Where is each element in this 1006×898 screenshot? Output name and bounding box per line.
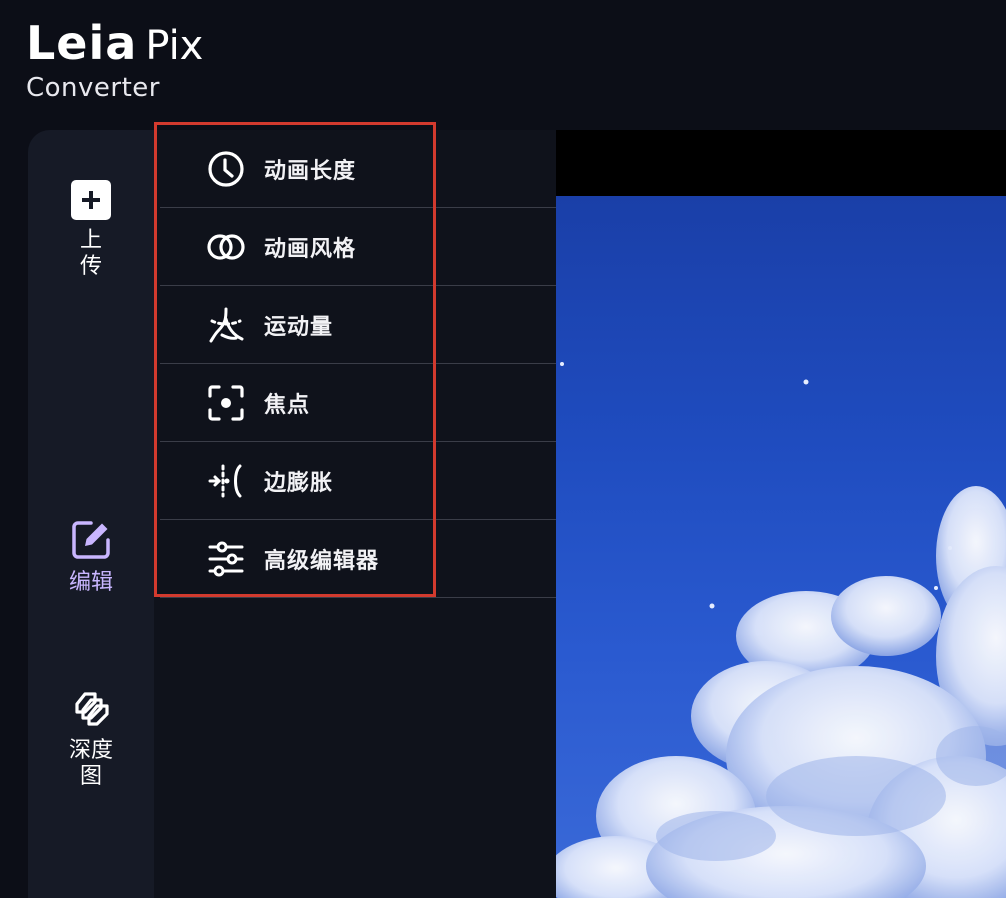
edge-dilation-icon [204,459,248,503]
left-rail: 上传 编辑 深度图 [28,130,154,898]
menu-item-label: 边膨胀 [264,470,334,496]
menu-item-label: 动画风格 [264,236,357,262]
rail-item-edit[interactable]: 编辑 [28,518,154,596]
menu-item-label: 焦点 [264,392,311,418]
rail-item-label: 深度图 [68,738,113,789]
clock-icon [204,147,248,191]
rail-item-depth[interactable]: 深度图 [28,690,154,790]
logo-brand: Leia [26,16,138,70]
rail-item-label: 编辑 [68,570,113,595]
logo-subtitle: Converter [26,73,160,103]
rail-item-upload[interactable]: 上传 [28,180,154,280]
rings-icon [204,225,248,269]
sky-clouds-illustration [556,362,1006,898]
app-logo: Leia Pix Converter [26,18,203,105]
plus-square-icon [71,180,111,220]
menu-item-label: 运动量 [264,314,334,340]
menu-item-advanced-editor[interactable]: 高级编辑器 [160,520,556,598]
sliders-icon [204,537,248,581]
menu-item-focus[interactable]: 焦点 [160,364,556,442]
menu-item-motion-amount[interactable]: 运动量 [160,286,556,364]
menu-item-label: 动画长度 [264,158,357,184]
motion-icon [204,303,248,347]
edit-icon [72,521,110,559]
menu-item-animation-style[interactable]: 动画风格 [160,208,556,286]
menu-item-label: 高级编辑器 [264,548,380,574]
edit-submenu-panel: 动画长度 动画风格 运动量 焦点 边膨胀 高级编辑器 [154,130,556,898]
menu-item-edge-dilation[interactable]: 边膨胀 [160,442,556,520]
preview-image [556,196,1006,898]
menu-item-animation-length[interactable]: 动画长度 [160,130,556,208]
rail-item-label: 上传 [79,228,102,279]
preview-top-bar [556,130,1006,196]
depth-layers-icon [75,692,109,726]
logo-product: Pix [145,23,204,69]
focus-icon [204,381,248,425]
